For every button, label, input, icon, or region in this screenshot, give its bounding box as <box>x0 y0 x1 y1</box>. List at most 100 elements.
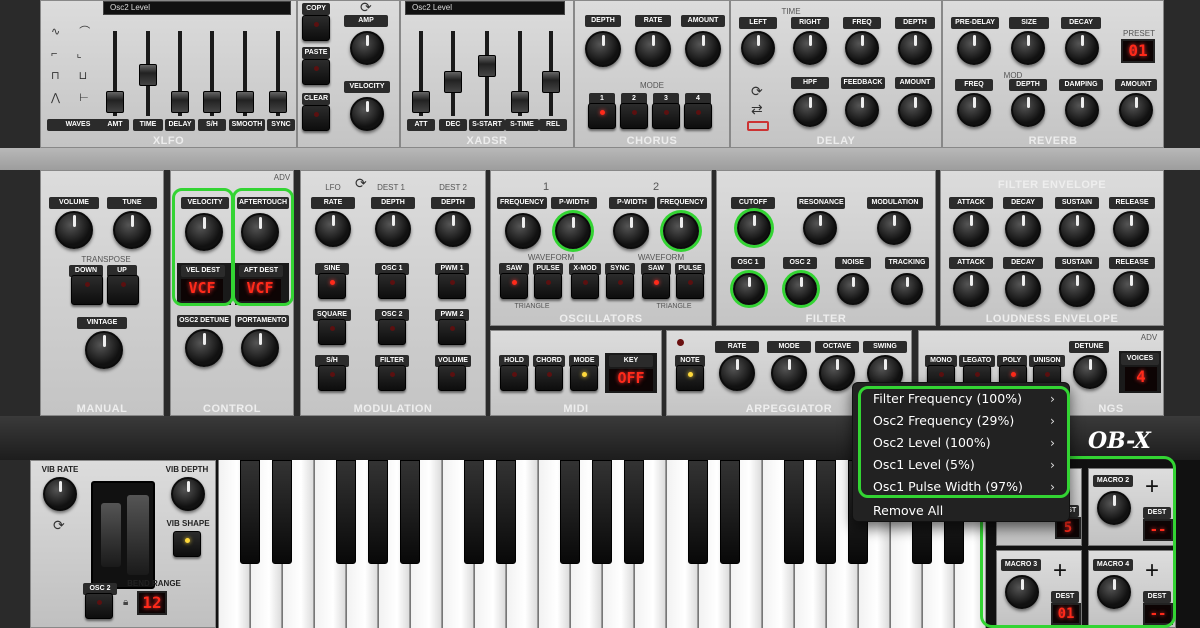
time-slider[interactable] <box>139 31 157 116</box>
reverb-damping-knob[interactable] <box>1065 93 1099 127</box>
osc2-frequency-knob[interactable] <box>663 213 699 249</box>
filter-osc1-knob[interactable] <box>733 273 765 305</box>
filter-dest-button[interactable] <box>378 365 406 391</box>
s-time-slider[interactable] <box>511 31 529 116</box>
black-key[interactable] <box>560 460 580 564</box>
chorus-amount-knob[interactable] <box>685 31 721 67</box>
filter-osc2-knob[interactable] <box>785 273 817 305</box>
delay-feedback-knob[interactable] <box>845 93 879 127</box>
black-key[interactable] <box>368 460 388 564</box>
osc2-bend-button[interactable] <box>85 593 113 619</box>
menu-item-remove-all[interactable]: Remove All <box>873 501 1059 521</box>
s-start-slider[interactable] <box>478 31 496 116</box>
black-key[interactable] <box>400 460 420 564</box>
chorus-rate-knob[interactable] <box>635 31 671 67</box>
square-button[interactable] <box>318 319 346 345</box>
cutoff-knob[interactable] <box>737 211 771 245</box>
reverb-amount-knob[interactable] <box>1119 93 1153 127</box>
pwm2-button[interactable] <box>438 319 466 345</box>
mode-button[interactable] <box>570 365 598 391</box>
reverb-depth-knob[interactable] <box>1011 93 1045 127</box>
delay-slider[interactable] <box>171 31 189 116</box>
mod-sync-icon[interactable]: ⟳ <box>355 175 367 192</box>
amt-slider[interactable] <box>106 31 124 116</box>
xlfo-display[interactable]: Osc2 Level <box>103 1 291 15</box>
tracking-knob[interactable] <box>891 273 923 305</box>
black-key[interactable] <box>688 460 708 564</box>
dec-slider[interactable] <box>444 31 462 116</box>
vib-rate-knob[interactable] <box>43 477 77 511</box>
pwm1-button[interactable] <box>438 273 466 299</box>
lenv-decay-knob[interactable] <box>1005 271 1041 307</box>
sync-slider[interactable] <box>269 31 287 116</box>
noise-knob[interactable] <box>837 273 869 305</box>
att-slider[interactable] <box>412 31 430 116</box>
reverb-decay-knob[interactable] <box>1065 31 1099 65</box>
black-key[interactable] <box>464 460 484 564</box>
sh-lfo-button[interactable] <box>318 365 346 391</box>
reverb-predelay-knob[interactable] <box>957 31 991 65</box>
delay-freq-knob[interactable] <box>845 31 879 65</box>
reverb-size-knob[interactable] <box>1011 31 1045 65</box>
delay-mode-icon[interactable] <box>747 121 769 131</box>
black-key[interactable] <box>592 460 612 564</box>
reverb-freq-knob[interactable] <box>957 93 991 127</box>
osc2-dest-button[interactable] <box>378 319 406 345</box>
rel-slider[interactable] <box>542 31 560 116</box>
delay-sync-icon[interactable]: ⟳ <box>751 83 763 100</box>
bend-range-display[interactable]: 12 <box>137 591 167 615</box>
chorus-mode-1-button[interactable] <box>588 103 616 129</box>
fenv-sustain-knob[interactable] <box>1059 211 1095 247</box>
key-display[interactable]: OFF <box>609 369 653 391</box>
volume-dest-button[interactable] <box>438 365 466 391</box>
delay-pingpong-icon[interactable]: ⇄ <box>751 101 763 118</box>
copy-button[interactable] <box>302 15 330 41</box>
chorus-mode-4-button[interactable] <box>684 103 712 129</box>
delay-depth-knob[interactable] <box>898 31 932 65</box>
detune-knob[interactable] <box>1073 355 1107 389</box>
amp-knob[interactable] <box>350 31 384 65</box>
arp-mode-knob[interactable] <box>771 355 807 391</box>
osc1-frequency-knob[interactable] <box>505 213 541 249</box>
note-button[interactable] <box>676 365 704 391</box>
xmod-button[interactable] <box>571 273 599 299</box>
smooth-slider[interactable] <box>236 31 254 116</box>
delay-right-knob[interactable] <box>793 31 827 65</box>
chord-button[interactable] <box>535 365 563 391</box>
black-key[interactable] <box>816 460 836 564</box>
vib-depth-knob[interactable] <box>171 477 205 511</box>
arp-octave-knob[interactable] <box>819 355 855 391</box>
lenv-release-knob[interactable] <box>1113 271 1149 307</box>
sync-icon[interactable]: ⟳ <box>360 0 372 16</box>
black-key[interactable] <box>624 460 644 564</box>
transpose-up-button[interactable] <box>107 275 139 305</box>
osc2-pulse-button[interactable] <box>676 273 704 299</box>
modulation-filter-knob[interactable] <box>877 211 911 245</box>
lenv-sustain-knob[interactable] <box>1059 271 1095 307</box>
chorus-mode-2-button[interactable] <box>620 103 648 129</box>
osc2-detune-knob[interactable] <box>185 329 223 367</box>
delay-left-knob[interactable] <box>741 31 775 65</box>
xadsr-display[interactable]: Osc2 Level <box>405 1 565 15</box>
mod-rate-knob[interactable] <box>315 211 351 247</box>
waves-icons[interactable]: ∿ ⌒ ⌐ ⌞ ⊓ ⊔ ⋀ ⊢ <box>51 21 111 111</box>
osc1-pwidth-knob[interactable] <box>555 213 591 249</box>
black-key[interactable] <box>272 460 292 564</box>
black-key[interactable] <box>720 460 740 564</box>
paste-button[interactable] <box>302 59 330 85</box>
lenv-attack-knob[interactable] <box>953 271 989 307</box>
black-key[interactable] <box>240 460 260 564</box>
sine-button[interactable] <box>318 273 346 299</box>
sync-osc-button[interactable] <box>606 273 634 299</box>
vintage-knob[interactable] <box>85 331 123 369</box>
osc2-saw-button[interactable] <box>642 273 670 299</box>
velocity-knob[interactable] <box>350 97 384 131</box>
osc1-dest-button[interactable] <box>378 273 406 299</box>
vib-shape-button[interactable] <box>173 531 201 557</box>
resonance-knob[interactable] <box>803 211 837 245</box>
black-key[interactable] <box>496 460 516 564</box>
fenv-release-knob[interactable] <box>1113 211 1149 247</box>
black-key[interactable] <box>336 460 356 564</box>
lock-icon[interactable]: 🔒︎ <box>123 597 128 608</box>
osc1-saw-button[interactable] <box>500 273 528 299</box>
